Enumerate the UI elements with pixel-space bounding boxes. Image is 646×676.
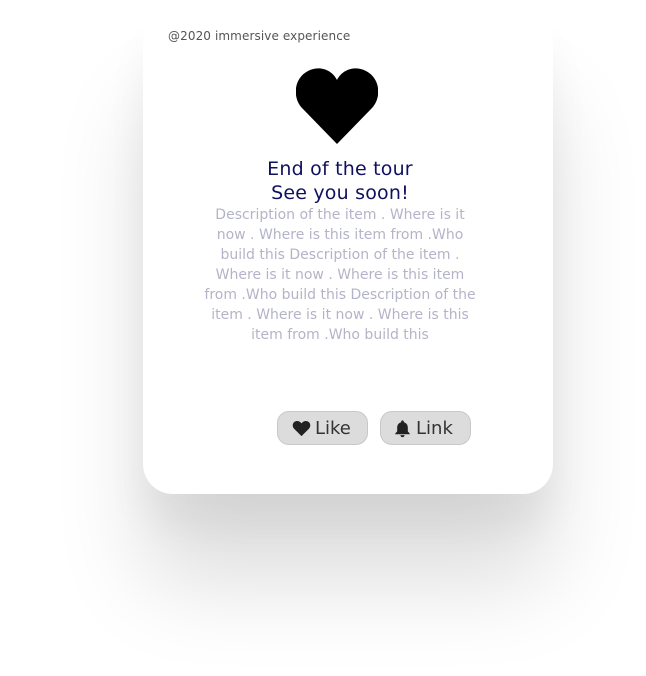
heart-icon <box>295 68 379 144</box>
page-subtitle: See you soon! <box>271 182 409 204</box>
heart-icon <box>292 419 311 438</box>
link-button-label: Link <box>416 417 453 439</box>
item-description: Description of the item . Where is it no… <box>204 207 476 343</box>
link-button[interactable]: Link <box>380 411 471 445</box>
like-button-label: Like <box>315 417 351 439</box>
page-title: End of the tour <box>267 158 413 180</box>
like-button[interactable]: Like <box>277 411 368 445</box>
copyright-text: @2020 immersive experience <box>168 29 351 43</box>
bell-icon <box>393 419 412 438</box>
tour-end-card: @2020 immersive experience End of the to… <box>143 12 553 494</box>
page: @2020 immersive experience End of the to… <box>0 0 646 676</box>
